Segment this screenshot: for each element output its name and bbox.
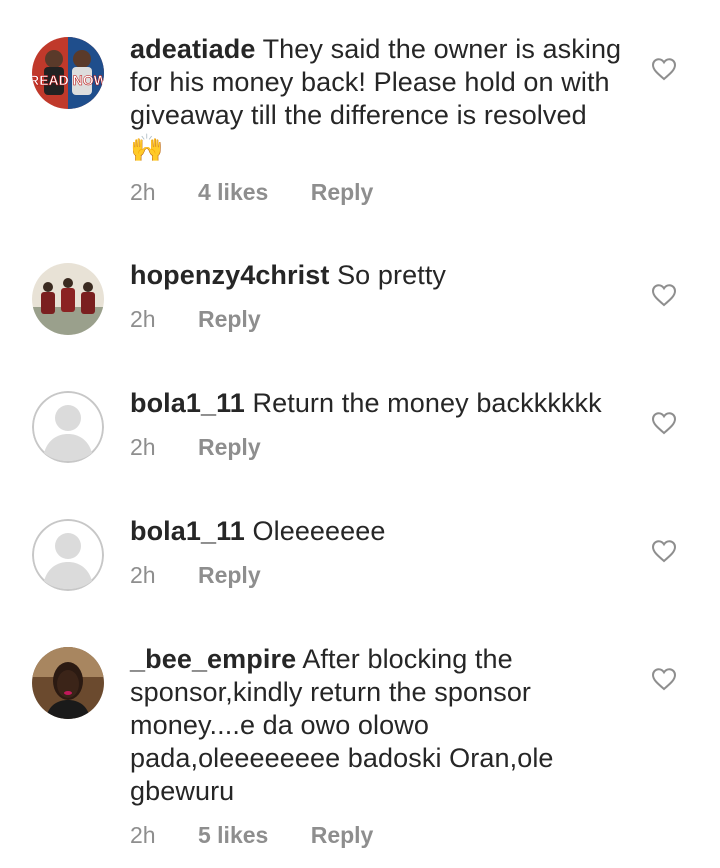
comment-username[interactable]: adeatiade <box>130 34 255 64</box>
comment-likes[interactable]: 5 likes <box>198 822 268 848</box>
comment-meta: 2h Reply <box>130 434 297 461</box>
comment-likes[interactable]: 4 likes <box>198 179 268 205</box>
comment-item: bola1_11 Oleeeeeee 2h Reply <box>0 486 720 614</box>
comment-username[interactable]: hopenzy4christ <box>130 260 329 290</box>
reply-button[interactable]: Reply <box>311 822 374 848</box>
heart-outline-icon[interactable] <box>651 667 677 691</box>
comment-time: 2h <box>130 562 156 588</box>
comment-body: _bee_empire After blocking the sponsor,k… <box>130 643 570 808</box>
comment-body: hopenzy4christ So pretty <box>130 259 630 292</box>
comment-username[interactable]: bola1_11 <box>130 388 245 418</box>
reply-button[interactable]: Reply <box>198 434 261 460</box>
comment-meta: 2h Reply <box>130 306 297 333</box>
comment-item: _bee_empire After blocking the sponsor,k… <box>0 614 720 868</box>
comment-username[interactable]: bola1_11 <box>130 516 245 546</box>
comment-body: bola1_11 Oleeeeeee <box>130 515 630 548</box>
avatar[interactable] <box>32 391 104 463</box>
heart-outline-icon[interactable] <box>651 539 677 563</box>
avatar[interactable] <box>32 263 104 335</box>
avatar[interactable] <box>32 647 104 719</box>
comment-body: adeatiade They said the owner is asking … <box>130 33 630 165</box>
comment-text: Return the money backkkkkk <box>252 388 602 418</box>
heart-outline-icon[interactable] <box>651 411 677 435</box>
raising-hands-emoji: 🙌 <box>130 133 164 163</box>
comment-meta: 2h Reply <box>130 562 297 589</box>
avatar[interactable] <box>32 519 104 591</box>
comment-item: READ NOW adeatiade They said the owner i… <box>0 0 720 230</box>
comment-body: bola1_11 Return the money backkkkkk <box>130 387 630 420</box>
reply-button[interactable]: Reply <box>198 562 261 588</box>
comment-text: So pretty <box>337 260 447 290</box>
comment-time: 2h <box>130 179 156 205</box>
heart-outline-icon[interactable] <box>651 283 677 307</box>
heart-outline-icon[interactable] <box>651 57 677 81</box>
comment-item: hopenzy4christ So pretty 2h Reply <box>0 230 720 358</box>
reply-button[interactable]: Reply <box>198 306 261 332</box>
comment-meta: 2h 4 likes Reply <box>130 179 409 206</box>
avatar[interactable]: READ NOW <box>32 37 104 109</box>
comment-username[interactable]: _bee_empire <box>130 644 296 674</box>
comment-time: 2h <box>130 306 156 332</box>
reply-button[interactable]: Reply <box>311 179 374 205</box>
comment-time: 2h <box>130 822 156 848</box>
svg-text:READ NOW: READ NOW <box>32 72 104 88</box>
comment-meta: 2h 5 likes Reply <box>130 822 409 849</box>
comment-item: bola1_11 Return the money backkkkkk 2h R… <box>0 358 720 486</box>
comment-text: Oleeeeeee <box>252 516 386 546</box>
comment-time: 2h <box>130 434 156 460</box>
